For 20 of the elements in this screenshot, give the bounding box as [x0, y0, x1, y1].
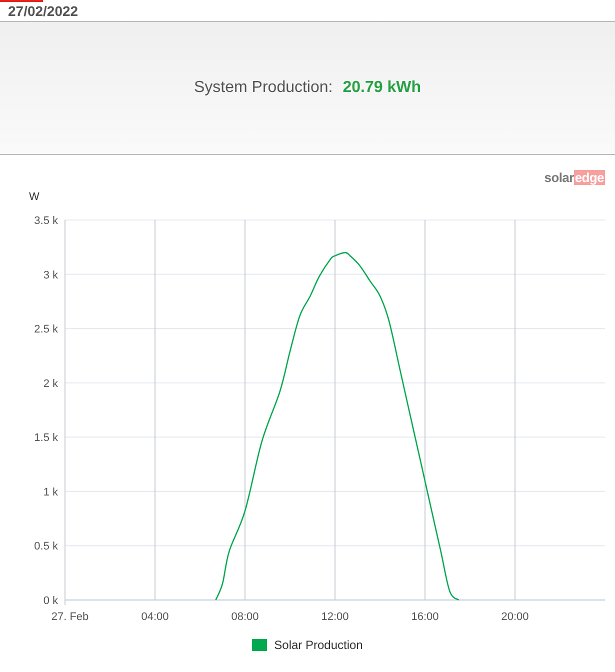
- production-label: System Production:: [194, 79, 333, 97]
- logo: solaredge: [544, 170, 605, 186]
- x-tick-label: 20:00: [501, 611, 529, 623]
- legend-label[interactable]: Solar Production: [274, 638, 363, 652]
- y-tick-label: 3.5 k: [34, 215, 58, 227]
- y-tick-label: 3 k: [43, 269, 58, 282]
- y-tick-label: 0 k: [43, 595, 58, 607]
- y-tick-label: 2.5 k: [34, 324, 58, 336]
- y-tick-label: 1.5 k: [34, 432, 58, 444]
- date-label: 27/02/2022: [8, 2, 78, 18]
- x-tick-label: 08:00: [231, 611, 259, 623]
- x-tick-label: 04:00: [141, 611, 169, 623]
- x-tick-label: 27. Feb: [51, 611, 89, 623]
- x-tick-label: 16:00: [411, 611, 439, 623]
- y-tick-label: 0.5 k: [34, 540, 58, 553]
- x-tick-label: 12:00: [321, 611, 349, 623]
- y-tick-label: 2 k: [43, 378, 58, 390]
- production-value: 20.79 kWh: [342, 79, 421, 97]
- y-tick-label: 1 k: [43, 486, 58, 498]
- axis-unit: W: [29, 191, 40, 203]
